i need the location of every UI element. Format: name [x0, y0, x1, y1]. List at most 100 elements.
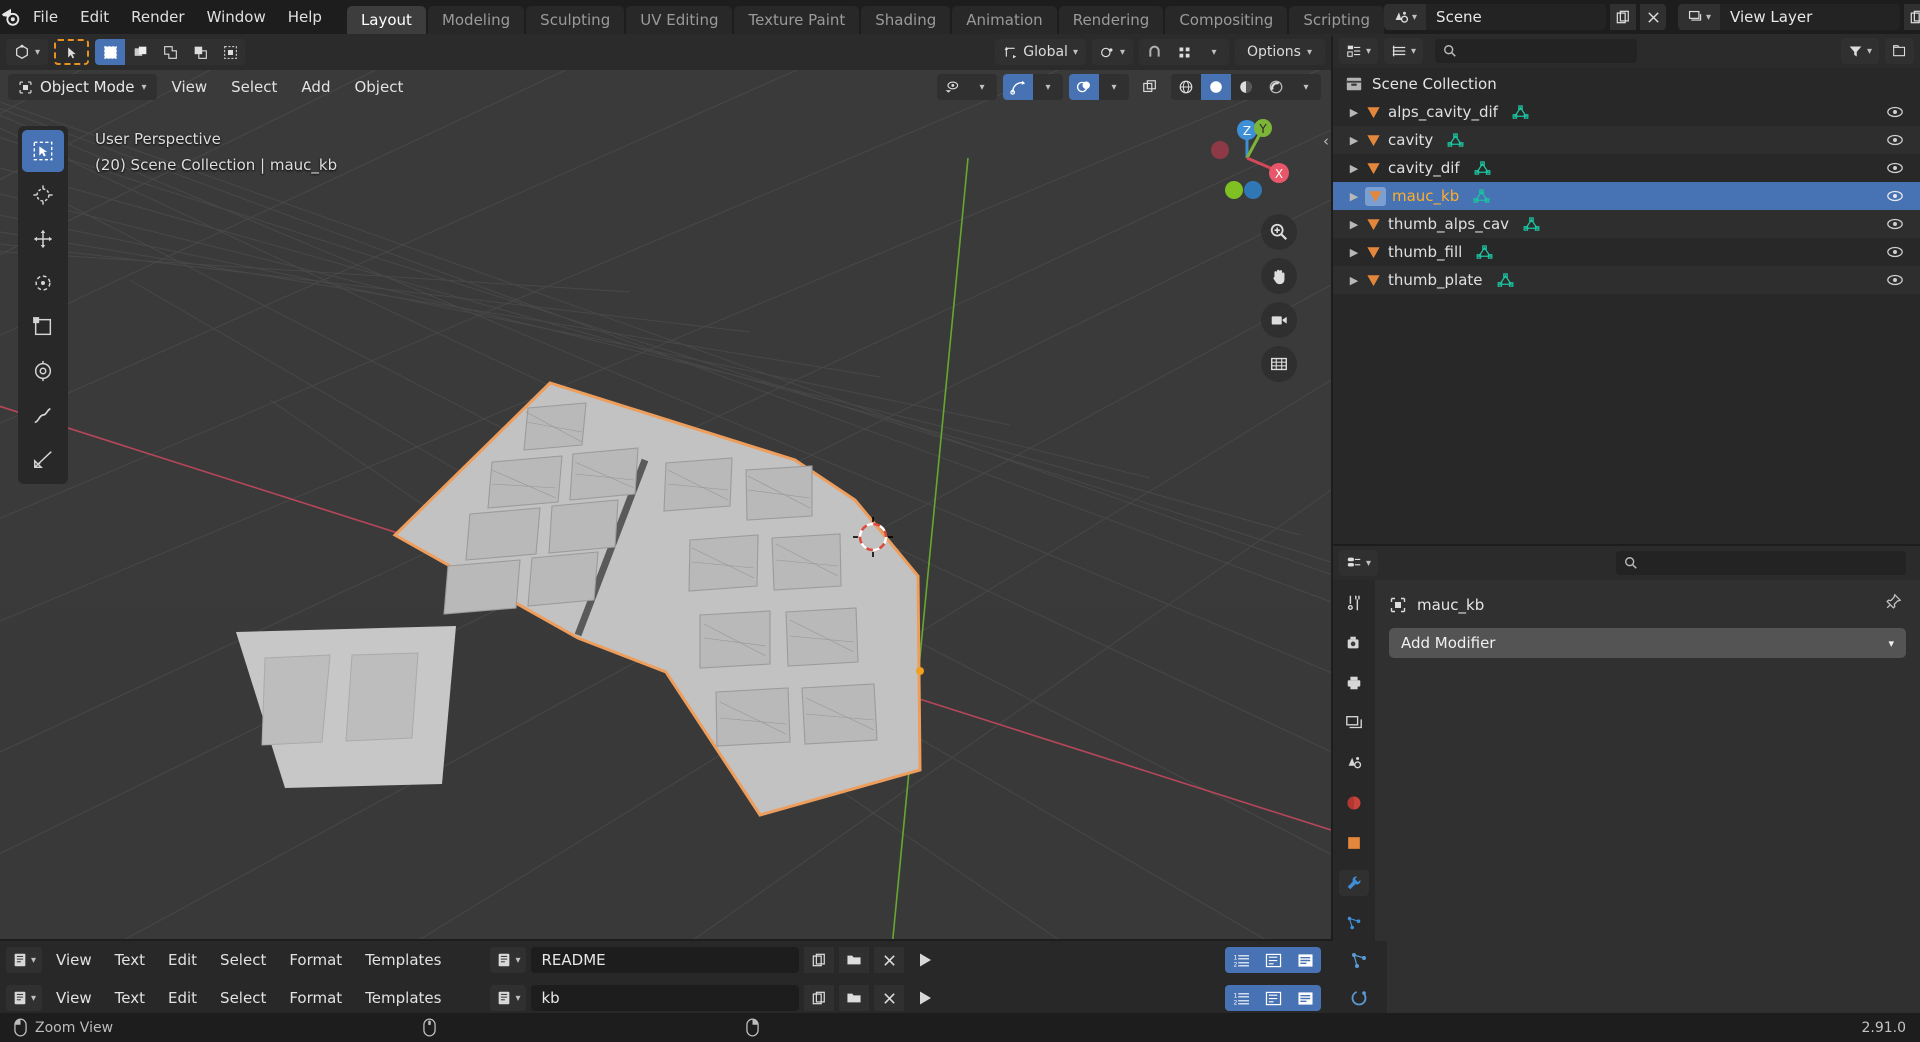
measure-ruler-tool-icon[interactable] [22, 438, 64, 480]
workspace-tab-uv-editing[interactable]: UV Editing [626, 6, 733, 36]
open-folder-icon[interactable] [839, 985, 870, 1011]
material-preview-shading-icon[interactable] [1231, 74, 1261, 100]
pan-hand-icon[interactable] [1261, 258, 1297, 294]
properties-tab-world[interactable] [1339, 790, 1369, 816]
mesh-data-icon[interactable] [1523, 216, 1540, 232]
chevron-down-icon[interactable]: ▾ [1099, 74, 1129, 100]
text-menu-format[interactable]: Format [280, 986, 351, 1010]
outliner-item-thumb-alps-cav[interactable]: ▶ thumb_alps_cav [1333, 210, 1920, 238]
properties-editor[interactable]: ▾ mauc_kb Add Modifier ▾ [1333, 546, 1920, 1013]
triangle-right-icon[interactable]: ▶ [1343, 106, 1365, 119]
workspace-tab-modeling[interactable]: Modeling [427, 6, 525, 36]
new-view-layer-icon[interactable] [1904, 4, 1920, 30]
eye-icon[interactable] [1886, 106, 1904, 119]
editor-type-properties-icon[interactable]: ▾ [1339, 550, 1379, 576]
close-x-icon[interactable] [874, 947, 905, 973]
properties-tab-object[interactable] [1339, 830, 1369, 856]
properties-search-input[interactable] [1616, 551, 1906, 575]
chevron-down-icon[interactable]: ▾ [1199, 39, 1229, 65]
transform-tool-icon[interactable] [22, 350, 64, 392]
outliner-item-thumb-plate[interactable]: ▶ thumb_plate [1333, 266, 1920, 294]
workspace-tab-compositing[interactable]: Compositing [1165, 6, 1288, 36]
word-wrap-icon[interactable] [1257, 985, 1289, 1011]
text-menu-select[interactable]: Select [211, 986, 275, 1010]
overlays-icon[interactable] [1069, 74, 1099, 100]
move-tool-icon[interactable] [22, 218, 64, 260]
outliner-scene-collection-row[interactable]: Scene Collection [1333, 70, 1920, 98]
line-numbers-icon[interactable]: 12 [1225, 985, 1257, 1011]
syntax-highlight-icon[interactable] [1289, 985, 1321, 1011]
editor-type-outliner-icon[interactable]: ▾ [1339, 38, 1379, 64]
chevron-down-icon[interactable]: ▾ [1291, 74, 1321, 100]
outliner-display-mode-icon[interactable]: ▾ [1384, 38, 1424, 64]
mesh-data-icon[interactable] [1474, 160, 1491, 176]
text-datablock-icon[interactable]: ▾ [490, 985, 527, 1011]
mesh-data-icon[interactable] [1447, 132, 1464, 148]
editor-type-3dview-icon[interactable]: ▾ [6, 39, 49, 65]
editor-type-text-icon[interactable]: ▾ [6, 947, 43, 973]
gizmo-icon[interactable] [1003, 74, 1033, 100]
triangle-right-icon[interactable]: ▶ [1343, 134, 1365, 147]
eye-visibility-icon[interactable] [937, 74, 967, 100]
text-filename-field[interactable]: README [531, 947, 800, 973]
viewport-options-button[interactable]: Options ▾ [1237, 39, 1321, 65]
close-x-icon[interactable] [874, 985, 905, 1011]
transform-orientation-dropdown[interactable]: Global ▾ [995, 39, 1086, 65]
view-layer-name[interactable]: View Layer [1720, 4, 1901, 30]
camera-view-icon[interactable] [1261, 302, 1297, 338]
text-menu-select[interactable]: Select [211, 948, 275, 972]
new-collection-icon[interactable] [1885, 38, 1914, 64]
properties-tab-modifiers[interactable] [1339, 870, 1369, 896]
subtract-select-icon[interactable] [155, 39, 186, 65]
3d-cursor-tool-icon[interactable] [22, 174, 64, 216]
eye-icon[interactable] [1886, 162, 1904, 175]
eye-icon[interactable] [1886, 246, 1904, 259]
editor-side-strip-1[interactable] [1331, 941, 1387, 979]
set-select-icon[interactable] [95, 39, 126, 65]
word-wrap-icon[interactable] [1257, 947, 1289, 973]
editor-side-strip-2[interactable] [1331, 979, 1387, 1017]
scene-selector[interactable]: ▾ Scene [1384, 4, 1607, 30]
editor-type-text-icon[interactable]: ▾ [6, 985, 43, 1011]
menu-edit[interactable]: Edit [69, 5, 120, 29]
viewport-menu-select[interactable]: Select [222, 75, 286, 99]
xray-toggle-icon[interactable] [1135, 74, 1165, 100]
outliner-item-cavity[interactable]: ▶ cavity [1333, 126, 1920, 154]
scale-tool-icon[interactable] [22, 306, 64, 348]
syntax-highlight-icon[interactable] [1289, 947, 1321, 973]
run-script-play-icon[interactable] [909, 985, 941, 1011]
zoom-icon[interactable] [1261, 214, 1297, 250]
text-menu-format[interactable]: Format [280, 948, 351, 972]
new-scene-icon[interactable] [1610, 4, 1637, 30]
outliner-item-cavity-dif[interactable]: ▶ cavity_dif [1333, 154, 1920, 182]
open-folder-icon[interactable] [839, 947, 870, 973]
viewport-canvas[interactable] [0, 70, 1331, 939]
mesh-data-icon[interactable] [1476, 244, 1493, 260]
blender-logo-icon[interactable] [0, 0, 22, 34]
menu-help[interactable]: Help [277, 5, 333, 29]
run-script-play-icon[interactable] [909, 947, 941, 973]
viewport-menu-add[interactable]: Add [292, 75, 339, 99]
workspace-tab-scripting[interactable]: Scripting [1289, 6, 1385, 36]
outliner-item-alps-cavity-dif[interactable]: ▶ alps_cavity_dif [1333, 98, 1920, 126]
new-copy-icon[interactable] [804, 985, 835, 1011]
triangle-right-icon[interactable]: ▶ [1343, 218, 1365, 231]
viewport-menu-object[interactable]: Object [345, 75, 412, 99]
eye-icon[interactable] [1886, 190, 1904, 203]
rendered-shading-icon[interactable] [1261, 74, 1291, 100]
remove-scene-close-icon[interactable] [1640, 4, 1667, 30]
tweak-select-tool-icon[interactable] [54, 39, 90, 65]
triangle-right-icon[interactable]: ▶ [1343, 162, 1365, 175]
outliner-search-input[interactable] [1435, 39, 1638, 63]
filter-funnel-icon[interactable]: ▾ [1840, 38, 1879, 64]
add-modifier-button[interactable]: Add Modifier ▾ [1389, 628, 1906, 658]
outliner-editor[interactable]: ▾ ▾ ▾ Scene Collection ▶ alps_cavity_dif… [1333, 34, 1920, 544]
mesh-data-icon[interactable] [1497, 272, 1514, 288]
workspace-tab-texture-paint[interactable]: Texture Paint [734, 6, 860, 36]
scene-icon[interactable]: ▾ [1384, 4, 1427, 30]
text-menu-edit[interactable]: Edit [159, 986, 206, 1010]
text-menu-edit[interactable]: Edit [159, 948, 206, 972]
invert-select-icon[interactable] [185, 39, 216, 65]
eye-icon[interactable] [1886, 274, 1904, 287]
text-datablock-icon[interactable]: ▾ [490, 947, 527, 973]
